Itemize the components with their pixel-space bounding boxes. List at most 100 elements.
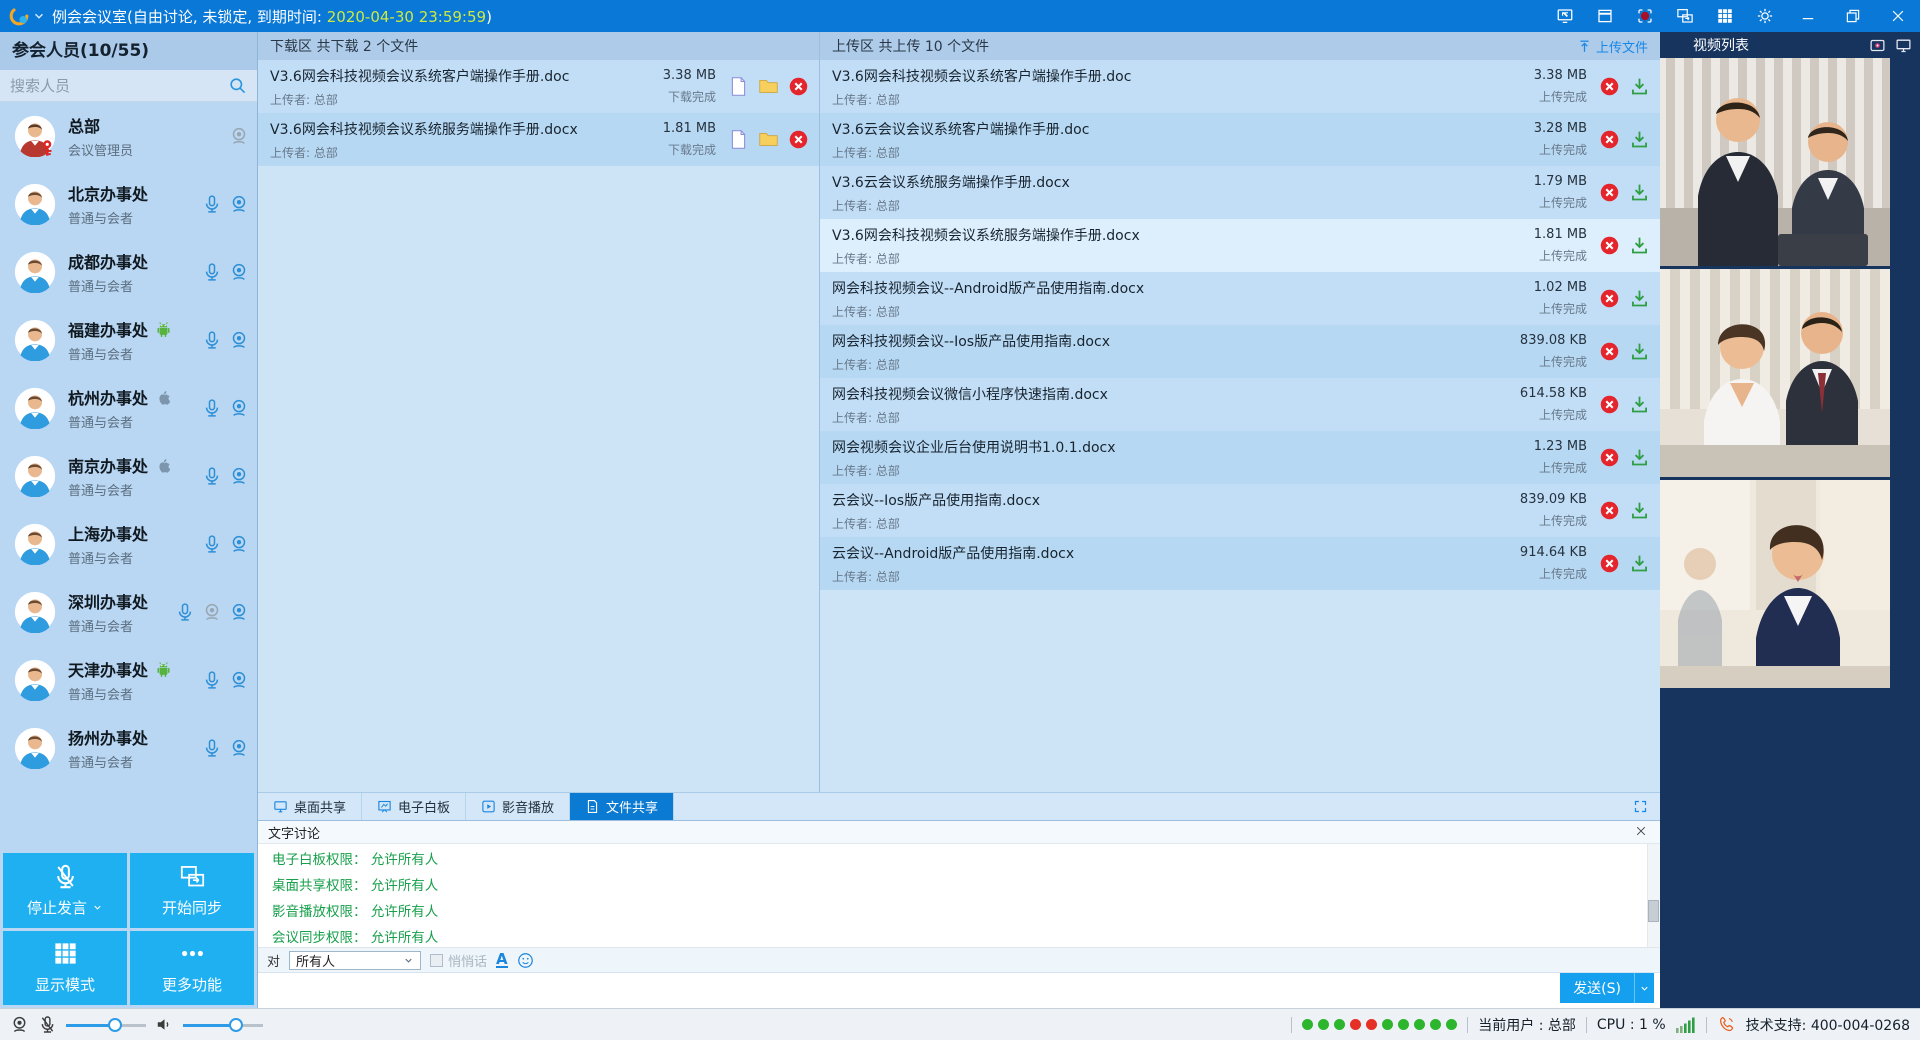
camera-view-icon[interactable] <box>1869 37 1886 54</box>
video-thumbnail[interactable] <box>1660 480 1890 688</box>
download-file-icon[interactable] <box>1629 288 1650 309</box>
slider-thumb[interactable] <box>108 1018 122 1032</box>
chat-scrollbar[interactable] <box>1647 844 1660 947</box>
webcam-status-icon[interactable] <box>10 1015 29 1034</box>
open-file-icon[interactable] <box>728 129 749 150</box>
participant-row[interactable]: 杭州办事处 普通与会者 <box>0 374 257 442</box>
send-button[interactable]: 发送(S) <box>1560 973 1634 1003</box>
camera-off-icon[interactable] <box>202 602 222 622</box>
camera-icon[interactable] <box>229 194 249 214</box>
camera-icon[interactable] <box>229 466 249 486</box>
delete-file-icon[interactable] <box>1599 288 1620 309</box>
delete-file-icon[interactable] <box>788 129 809 150</box>
recipient-select[interactable]: 所有人 <box>289 951 421 970</box>
open-file-icon[interactable] <box>728 76 749 97</box>
monitor-view-icon[interactable] <box>1895 37 1912 54</box>
record-button[interactable] <box>1625 0 1665 32</box>
microphone-muted-status-icon[interactable] <box>38 1015 57 1034</box>
download-file-row[interactable]: V3.6网会科技视频会议系统客户端操作手册.doc 上传者: 总部 3.38 M… <box>258 60 819 113</box>
participant-row[interactable]: 总部 会议管理员 <box>0 102 257 170</box>
camera-off-icon[interactable] <box>229 126 249 146</box>
camera-icon[interactable] <box>229 534 249 554</box>
chat-input-area[interactable]: 发送(S) <box>258 973 1660 1008</box>
screen-share-button[interactable] <box>1545 0 1585 32</box>
participant-row[interactable]: 深圳办事处 普通与会者 <box>0 578 257 646</box>
camera-icon[interactable] <box>229 738 249 758</box>
upload-file-row[interactable]: V3.6网会科技视频会议系统客户端操作手册.doc 上传者: 总部 3.38 M… <box>820 60 1660 113</box>
upload-file-row[interactable]: 网会科技视频会议微信小程序快速指南.docx 上传者: 总部 614.58 KB… <box>820 378 1660 431</box>
tab-desktop-share[interactable]: 桌面共享 <box>258 793 362 820</box>
download-file-icon[interactable] <box>1629 394 1650 415</box>
participant-row[interactable]: 福建办事处 普通与会者 <box>0 306 257 374</box>
restore-button[interactable] <box>1830 0 1875 32</box>
speaker-icon[interactable] <box>155 1015 174 1034</box>
display-mode-button[interactable]: 显示模式 <box>3 931 127 1006</box>
participant-row[interactable]: 南京办事处 普通与会者 <box>0 442 257 510</box>
delete-file-icon[interactable] <box>788 76 809 97</box>
minimize-button[interactable] <box>1785 0 1830 32</box>
layout-grid-button[interactable] <box>1705 0 1745 32</box>
tab-whiteboard[interactable]: 电子白板 <box>362 793 466 820</box>
upload-file-button[interactable]: 上传文件 <box>1577 37 1648 56</box>
download-file-row[interactable]: V3.6网会科技视频会议系统服务端操作手册.docx 上传者: 总部 1.81 … <box>258 113 819 166</box>
tab-media-play[interactable]: 影音播放 <box>466 793 570 820</box>
download-file-icon[interactable] <box>1629 500 1650 521</box>
microphone-icon[interactable] <box>175 602 195 622</box>
upload-file-row[interactable]: V3.6云会议系统服务端操作手册.docx 上传者: 总部 1.79 MB 上传… <box>820 166 1660 219</box>
camera-icon[interactable] <box>229 670 249 690</box>
download-file-icon[interactable] <box>1629 447 1650 468</box>
download-file-icon[interactable] <box>1629 182 1650 203</box>
delete-file-icon[interactable] <box>1599 341 1620 362</box>
delete-file-icon[interactable] <box>1599 500 1620 521</box>
delete-file-icon[interactable] <box>1599 182 1620 203</box>
video-thumbnail[interactable] <box>1660 269 1890 477</box>
microphone-icon[interactable] <box>202 194 222 214</box>
camera-icon[interactable] <box>229 262 249 282</box>
send-options-button[interactable] <box>1634 973 1654 1003</box>
delete-file-icon[interactable] <box>1599 553 1620 574</box>
expand-panel-button[interactable] <box>1621 793 1660 820</box>
open-folder-icon[interactable] <box>758 129 779 150</box>
microphone-icon[interactable] <box>202 262 222 282</box>
sync-screens-button[interactable] <box>1665 0 1705 32</box>
delete-file-icon[interactable] <box>1599 447 1620 468</box>
delete-file-icon[interactable] <box>1599 235 1620 256</box>
upload-file-row[interactable]: 网会科技视频会议--Android版产品使用指南.docx 上传者: 总部 1.… <box>820 272 1660 325</box>
upload-file-row[interactable]: 网会科技视频会议--Ios版产品使用指南.docx 上传者: 总部 839.08… <box>820 325 1660 378</box>
delete-file-icon[interactable] <box>1599 76 1620 97</box>
open-folder-icon[interactable] <box>758 76 779 97</box>
camera-icon[interactable] <box>229 602 249 622</box>
close-button[interactable] <box>1875 0 1920 32</box>
scrollbar-thumb[interactable] <box>1648 900 1659 922</box>
microphone-icon[interactable] <box>202 398 222 418</box>
microphone-icon[interactable] <box>202 330 222 350</box>
delete-file-icon[interactable] <box>1599 394 1620 415</box>
download-file-icon[interactable] <box>1629 341 1650 362</box>
delete-file-icon[interactable] <box>1599 129 1620 150</box>
microphone-icon[interactable] <box>202 466 222 486</box>
search-icon[interactable] <box>228 76 247 95</box>
search-input[interactable] <box>10 77 228 95</box>
camera-icon[interactable] <box>229 398 249 418</box>
start-sync-button[interactable]: 开始同步 <box>130 853 254 928</box>
upload-file-row[interactable]: 云会议--Ios版产品使用指南.docx 上传者: 总部 839.09 KB 上… <box>820 484 1660 537</box>
download-file-icon[interactable] <box>1629 76 1650 97</box>
upload-file-row[interactable]: 云会议--Android版产品使用指南.docx 上传者: 总部 914.64 … <box>820 537 1660 590</box>
emoji-icon[interactable] <box>517 952 534 969</box>
tab-file-share[interactable]: 文件共享 <box>570 793 674 820</box>
microphone-volume-slider[interactable] <box>66 1018 146 1032</box>
download-file-icon[interactable] <box>1629 553 1650 574</box>
upload-file-row[interactable]: 网会视频会议企业后台使用说明书1.0.1.docx 上传者: 总部 1.23 M… <box>820 431 1660 484</box>
microphone-icon[interactable] <box>202 738 222 758</box>
whisper-checkbox[interactable]: 悄悄话 <box>430 951 487 970</box>
microphone-icon[interactable] <box>202 670 222 690</box>
chat-close-button[interactable] <box>1634 824 1650 840</box>
participant-row[interactable]: 上海办事处 普通与会者 <box>0 510 257 578</box>
window-mode-button[interactable] <box>1585 0 1625 32</box>
participant-row[interactable]: 北京办事处 普通与会者 <box>0 170 257 238</box>
camera-icon[interactable] <box>229 330 249 350</box>
settings-button[interactable] <box>1745 0 1785 32</box>
upload-file-row[interactable]: V3.6云会议会议系统客户端操作手册.doc 上传者: 总部 3.28 MB 上… <box>820 113 1660 166</box>
participant-row[interactable]: 成都办事处 普通与会者 <box>0 238 257 306</box>
microphone-icon[interactable] <box>202 534 222 554</box>
